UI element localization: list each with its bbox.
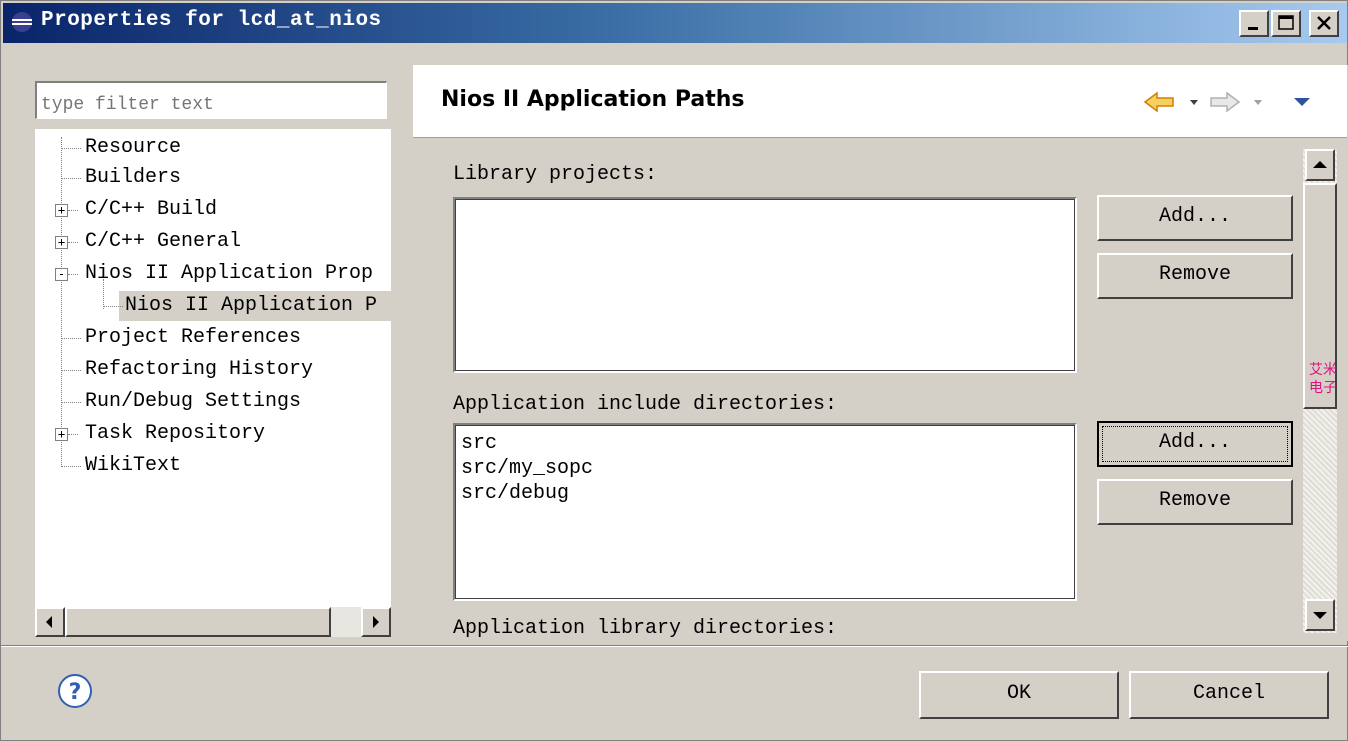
watermark: 艾米 电子 [1309, 362, 1337, 396]
tree-item-label: Task Repository [85, 422, 266, 445]
scroll-down-button[interactable] [1305, 599, 1335, 631]
tree-item-label: C/C++ Build [85, 198, 218, 221]
tree-item-nios-app-paths[interactable]: Nios II Application P [103, 291, 391, 321]
tree-item-label: Refactoring History [85, 358, 314, 381]
tree-item-label: Project References [85, 326, 302, 349]
library-dirs-label: Application library directories: [453, 617, 838, 637]
tree-item-label: Run/Debug Settings [85, 390, 302, 413]
tree-item-label: Nios II Application P [125, 294, 378, 317]
tree-item-label: C/C++ General [85, 230, 242, 253]
page-title: Nios II Application Paths [441, 87, 745, 112]
page-content: Library projects: Add... Remove Applicat… [413, 137, 1301, 637]
maximize-button[interactable] [1271, 10, 1301, 37]
page-header: Nios II Application Paths [413, 65, 1347, 138]
tree-horizontal-scrollbar[interactable] [35, 607, 391, 637]
tree-item-label: Builders [85, 166, 182, 189]
down-arrow-icon [1313, 612, 1327, 619]
list-item[interactable]: src/my_sopc [461, 456, 1069, 481]
minimize-icon [1248, 27, 1258, 30]
tree-item-label: Nios II Application Prop [85, 262, 374, 285]
include-remove-button[interactable]: Remove [1097, 479, 1293, 525]
properties-dialog: Properties for lcd_at_nios Resource Buil… [0, 0, 1348, 741]
footer-divider [1, 645, 1348, 647]
close-icon [1317, 16, 1331, 30]
eclipse-icon [12, 12, 32, 32]
library-remove-button[interactable]: Remove [1097, 253, 1293, 299]
ok-button[interactable]: OK [919, 671, 1119, 719]
tree-item-label: WikiText [85, 454, 182, 477]
maximize-icon [1278, 15, 1294, 30]
title-bar[interactable]: Properties for lcd_at_nios [3, 3, 1347, 43]
collapse-icon[interactable]: - [55, 268, 68, 281]
help-icon[interactable]: ? [57, 673, 93, 709]
property-tree: Resource Builders + C/C++ Build + C/C++ … [35, 129, 391, 607]
filter-input[interactable] [35, 81, 387, 119]
back-arrow-icon[interactable] [1143, 91, 1177, 113]
forward-arrow-icon[interactable] [1207, 91, 1241, 113]
include-add-button[interactable]: Add... [1097, 421, 1293, 467]
list-item[interactable]: src [461, 431, 1069, 456]
expand-icon[interactable]: + [55, 428, 68, 441]
dropdown-icon[interactable] [1187, 91, 1201, 113]
tree-item-label: Resource [85, 136, 182, 159]
include-dirs-list[interactable]: src src/my_sopc src/debug [453, 423, 1077, 601]
scroll-up-button[interactable] [1305, 149, 1335, 181]
expand-icon[interactable]: + [55, 204, 68, 217]
right-arrow-icon [373, 616, 379, 628]
dropdown-icon[interactable] [1251, 91, 1265, 113]
cancel-button[interactable]: Cancel [1129, 671, 1329, 719]
library-projects-list[interactable] [453, 197, 1077, 373]
library-projects-label: Library projects: [453, 163, 658, 186]
list-item[interactable]: src/debug [461, 481, 1069, 506]
left-arrow-icon [46, 616, 52, 628]
library-add-button[interactable]: Add... [1097, 195, 1293, 241]
view-menu-icon[interactable] [1291, 91, 1313, 113]
include-dirs-label: Application include directories: [453, 393, 838, 416]
svg-text:?: ? [69, 680, 82, 705]
up-arrow-icon [1313, 161, 1327, 168]
scroll-right-button[interactable] [361, 607, 391, 637]
expand-icon[interactable]: + [55, 236, 68, 249]
scroll-thumb[interactable] [65, 607, 331, 637]
window-title: Properties for lcd_at_nios [41, 9, 382, 32]
scroll-left-button[interactable] [35, 607, 65, 637]
tree-line [61, 137, 62, 465]
close-button[interactable] [1309, 10, 1339, 37]
tree-item-nios-app-properties[interactable]: - Nios II Application Prop [55, 259, 391, 289]
minimize-button[interactable] [1239, 10, 1269, 37]
